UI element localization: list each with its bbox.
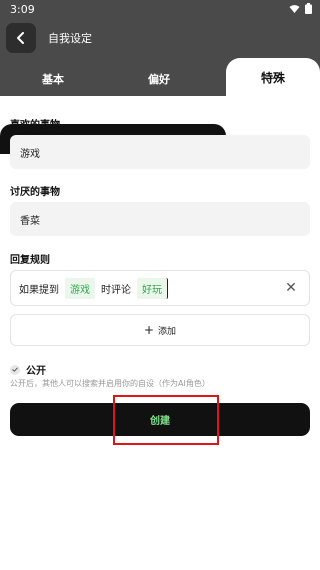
dislikes-label: 讨厌的事物	[10, 187, 60, 198]
reply-rules-label: 回复规则	[10, 255, 50, 266]
public-label: 公开	[26, 366, 46, 377]
likes-label: 喜欢的事物	[10, 120, 60, 131]
tab-basic[interactable]: 基本	[0, 62, 106, 96]
status-bar: 3:09	[0, 0, 320, 18]
plus-icon: +	[143, 323, 155, 337]
status-icons	[289, 3, 312, 14]
page-title: 自我设定	[48, 32, 92, 45]
public-toggle[interactable]: 公开	[10, 362, 46, 377]
tab-preference[interactable]: 偏好	[106, 62, 212, 96]
reply-rule-row: 如果提到 游戏 时评论 好玩 ✕	[10, 270, 310, 306]
add-rule-label: 添加	[158, 326, 177, 337]
check-icon[interactable]	[10, 364, 20, 375]
top-bar: 自我设定	[0, 22, 320, 54]
dislikes-field[interactable]: 香菜	[10, 202, 310, 236]
rule-middle-text: 时评论	[101, 284, 131, 296]
chevron-left-icon	[17, 32, 24, 44]
tab-bar: 基本 偏好 特殊	[0, 58, 320, 154]
close-icon[interactable]: ✕	[283, 280, 299, 296]
create-button[interactable]: 创建	[10, 403, 310, 436]
wifi-icon	[289, 5, 300, 13]
battery-icon	[305, 3, 312, 14]
rule-response-input[interactable]: 好玩	[137, 277, 168, 299]
rule-prefix-text: 如果提到	[19, 284, 59, 296]
rule-keyword-input[interactable]: 游戏	[65, 277, 95, 299]
add-rule-button[interactable]: + 添加	[10, 314, 310, 346]
back-button[interactable]	[6, 23, 36, 53]
tab-special[interactable]: 特殊	[226, 58, 320, 96]
likes-field[interactable]: 游戏	[10, 135, 310, 169]
status-time: 3:09	[10, 3, 35, 16]
public-note: 公开后，其他人可以搜索并启用你的自设（作为AI角色）	[10, 379, 210, 388]
